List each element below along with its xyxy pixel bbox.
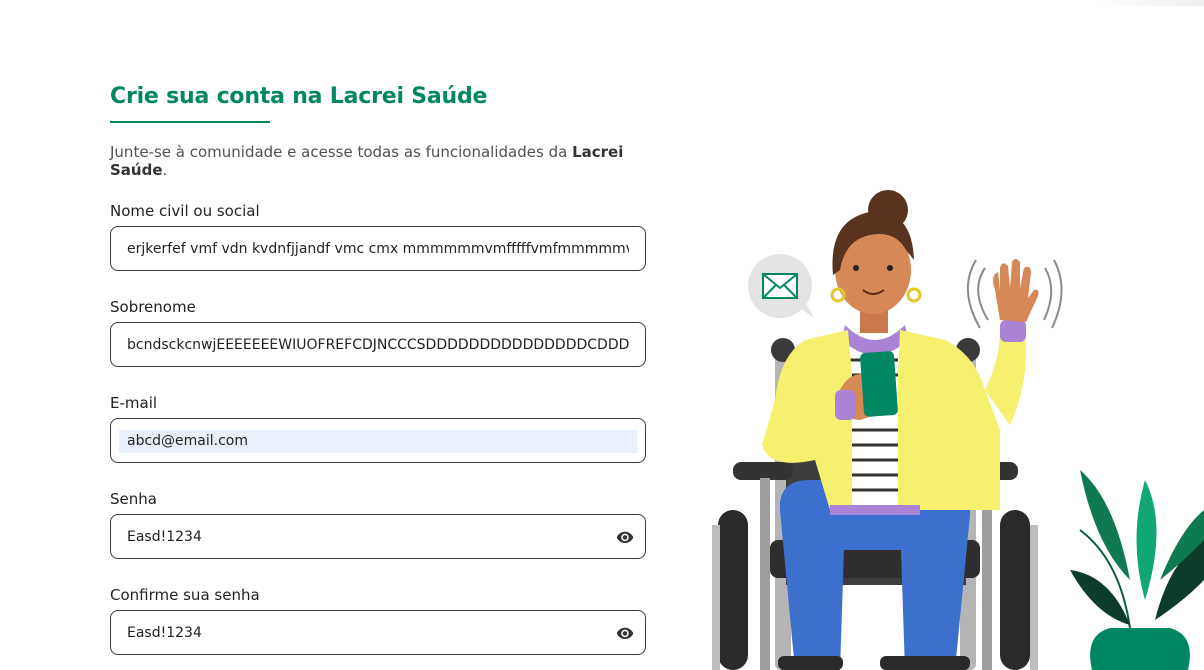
email-autofill-highlight: abcd@email.com xyxy=(119,430,637,453)
password-label: Senha xyxy=(110,490,157,508)
name-label: Nome civil ou social xyxy=(110,202,260,220)
name-field: Nome civil ou social erjkerfef vmf vdn k… xyxy=(110,201,650,271)
surname-input-value: bcndsckcnwjEEEEEEEWIUOFREFCDJNCCCSDDDDDD… xyxy=(127,337,629,353)
signup-form: Crie sua conta na Lacrei Saúde Junte-se … xyxy=(110,84,650,655)
name-input-value: erjkerfef vmf vdn kvdnfjjandf vmc cmx mm… xyxy=(127,241,629,257)
email-label: E-mail xyxy=(110,394,158,412)
surname-input[interactable]: bcndsckcnwjEEEEEEEWIUOFREFCDJNCCCSDDDDDD… xyxy=(110,322,646,367)
top-right-shadow xyxy=(1094,0,1204,6)
title-underline xyxy=(110,121,270,123)
subtitle-text: Junte-se à comunidade e acesse todas as … xyxy=(110,143,573,161)
subtitle-period: . xyxy=(162,161,168,179)
surname-field: Sobrenome bcndsckcnwjEEEEEEEWIUOFREFCDJN… xyxy=(110,297,650,367)
eye-icon[interactable] xyxy=(615,624,635,642)
password-field: Senha Easd!1234 xyxy=(110,489,650,559)
email-input-value: abcd@email.com xyxy=(127,433,249,449)
password-input[interactable]: Easd!1234 xyxy=(110,514,646,559)
surname-label: Sobrenome xyxy=(110,298,196,316)
confirm-password-label: Confirme sua senha xyxy=(110,586,260,604)
page-title: Crie sua conta na Lacrei Saúde xyxy=(110,84,488,109)
email-input[interactable]: abcd@email.com xyxy=(110,418,646,463)
confirm-password-input[interactable]: Easd!1234 xyxy=(110,610,646,655)
confirm-password-field: Confirme sua senha Easd!1234 xyxy=(110,585,650,655)
confirm-password-input-value: Easd!1234 xyxy=(127,625,202,641)
name-input[interactable]: erjkerfef vmf vdn kvdnfjjandf vmc cmx mm… xyxy=(110,226,646,271)
eye-icon[interactable] xyxy=(615,528,635,546)
wheelchair-user-waving-illustration xyxy=(712,190,1204,670)
page-subtitle: Junte-se à comunidade e acesse todas as … xyxy=(110,143,650,179)
password-input-value: Easd!1234 xyxy=(127,529,202,545)
email-field: E-mail abcd@email.com xyxy=(110,393,650,463)
